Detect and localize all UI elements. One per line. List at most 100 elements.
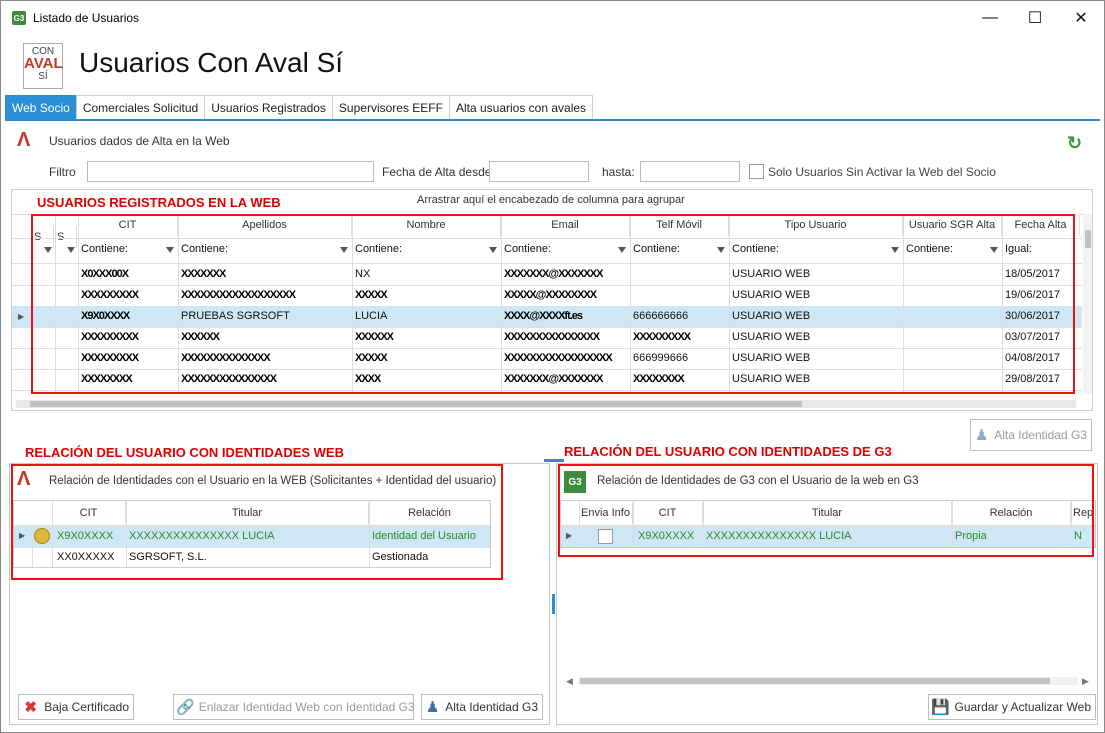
vertical-splitter-handle[interactable] (552, 594, 555, 614)
enlazar-identidad-button[interactable]: 🔗 Enlazar Identidad Web con Identidad G3 (173, 694, 415, 720)
filter-icon[interactable] (618, 247, 626, 253)
filter-icon[interactable] (717, 247, 725, 253)
col-s2-header[interactable]: S (55, 226, 77, 248)
filter-icon[interactable] (340, 247, 348, 253)
col-telf-header[interactable]: Telf Móvil (630, 214, 729, 236)
baja-certificado-button[interactable]: ✖ Baja Certificado (18, 694, 134, 720)
minimize-button[interactable]: — (967, 1, 1013, 35)
maximize-button[interactable]: ☐ (1012, 1, 1058, 35)
horizontal-splitter-handle[interactable] (544, 459, 564, 462)
col-envia-header[interactable]: Envia Info (579, 502, 633, 524)
col-nombre-header[interactable]: Nombre (352, 214, 501, 236)
cell-tipo[interactable]: USUARIO WEB (729, 369, 903, 390)
filter-fecha[interactable]: Igual: (1002, 239, 1080, 260)
tab-web-socio[interactable]: Web Socio (5, 95, 77, 119)
horizontal-scroll-thumb[interactable] (30, 401, 802, 407)
cell-email[interactable]: XXXXXXX@XXXXXXX (501, 264, 630, 285)
col-relacion-header[interactable]: Relación (952, 502, 1071, 524)
cell-cit[interactable]: XX0XXXXX (54, 547, 126, 567)
cell-cit[interactable]: XXXXXXXXX (78, 327, 178, 348)
filter-icon[interactable] (44, 247, 52, 253)
cell-cit[interactable]: XXXXXXXXX (78, 348, 178, 369)
col-relacion-header[interactable]: Relación (369, 502, 490, 524)
cell-nombre[interactable]: XXXXXX (352, 327, 501, 348)
cell-relacion[interactable]: Propia (952, 526, 1071, 547)
g3-horizontal-scrollbar[interactable] (578, 677, 1078, 685)
cell-email[interactable]: XXXXX@XXXXXXXX (501, 285, 630, 306)
cell-cit[interactable]: XXXXXXXX (78, 369, 178, 390)
filter-icon[interactable] (990, 247, 998, 253)
tab-alta-usuarios-avales[interactable]: Alta usuarios con avales (448, 95, 594, 119)
cell-cit[interactable]: X9X0XXXX (54, 526, 126, 547)
cell-apellidos[interactable]: XXXXXXX (178, 264, 352, 285)
cell-tipo[interactable]: USUARIO WEB (729, 306, 903, 327)
envia-info-checkbox[interactable] (598, 529, 613, 544)
cell-fecha[interactable]: 29/08/2017 (1002, 369, 1080, 390)
filter-nombre[interactable]: Contiene: (352, 239, 501, 260)
cell-apellidos[interactable]: PRUEBAS SGRSOFT (178, 306, 352, 327)
cell-nombre[interactable]: NX (352, 264, 501, 285)
cell-fecha[interactable]: 04/08/2017 (1002, 348, 1080, 369)
filter-cit[interactable]: Contiene: (78, 239, 178, 260)
filter-icon[interactable] (489, 247, 497, 253)
col-rep-header[interactable]: Rep (1071, 502, 1095, 524)
filter-email[interactable]: Contiene: (501, 239, 630, 260)
col-email-header[interactable]: Email (501, 214, 630, 236)
hasta-input[interactable] (640, 161, 740, 182)
close-button[interactable]: ✕ (1058, 1, 1104, 35)
col-s1-header[interactable]: S (32, 226, 54, 248)
filter-telf[interactable]: Contiene: (630, 239, 729, 260)
cell-fecha[interactable]: 18/05/2017 (1002, 264, 1080, 285)
cell-tipo[interactable]: USUARIO WEB (729, 285, 903, 306)
cell-cit[interactable]: X9X0XXXX (635, 526, 703, 547)
tab-usuarios-registrados[interactable]: Usuarios Registrados (204, 95, 333, 119)
cell-cit[interactable]: X9X0XXXX (78, 306, 178, 327)
cell-telf[interactable]: 666999666 (630, 348, 729, 369)
cell-tipo[interactable]: USUARIO WEB (729, 264, 903, 285)
cell-telf[interactable]: 666666666 (630, 306, 729, 327)
col-sgr-header[interactable]: Usuario SGR Alta (903, 214, 1002, 236)
col-fecha-header[interactable]: Fecha Alta (1002, 214, 1080, 236)
cell-titular[interactable]: XXXXXXXXXXXXXXX LUCIA (126, 526, 369, 547)
refresh-icon[interactable]: ↻ (1067, 133, 1091, 155)
filtro-input[interactable] (87, 161, 374, 182)
col-cit-header[interactable]: CIT (633, 502, 703, 524)
filter-tipo[interactable]: Contiene: (729, 239, 903, 260)
cell-tipo[interactable]: USUARIO WEB (729, 327, 903, 348)
filter-apellidos[interactable]: Contiene: (178, 239, 352, 260)
cell-titular[interactable]: SGRSOFT, S.L. (126, 547, 369, 567)
filter-icon[interactable] (166, 247, 174, 253)
cell-apellidos[interactable]: XXXXXXXXXXXXXXXXXX (178, 285, 352, 306)
cell-email[interactable]: XXXXXXXXXXXXXXX (501, 327, 630, 348)
cell-nombre[interactable]: XXXX (352, 369, 501, 390)
cell-telf[interactable]: XXXXXXXXX (630, 327, 729, 348)
alta-identidad-button[interactable]: ♟ Alta Identidad G3 (421, 694, 543, 720)
tab-supervisores-eeff[interactable]: Supervisores EEFF (331, 95, 450, 119)
scroll-left-icon[interactable]: ◀ (566, 676, 573, 687)
cell-nombre[interactable]: XXXXX (352, 285, 501, 306)
cell-email[interactable]: XXXXXXXXXXXXXXXXX (501, 348, 630, 369)
cell-tipo[interactable]: USUARIO WEB (729, 348, 903, 369)
vertical-scroll-thumb[interactable] (1085, 230, 1091, 248)
horizontal-scrollbar[interactable] (16, 400, 1076, 408)
scroll-right-icon[interactable]: ▶ (1082, 676, 1089, 687)
vertical-scrollbar[interactable] (1083, 214, 1092, 394)
cell-apellidos[interactable]: XXXXXXXXXXXXXX (178, 348, 352, 369)
filter-sgr[interactable]: Contiene: (903, 239, 1002, 260)
cell-fecha[interactable]: 30/06/2017 (1002, 306, 1080, 327)
cell-cit[interactable]: XXXXXXXXX (78, 285, 178, 306)
col-apellidos-header[interactable]: Apellidos (178, 214, 352, 236)
alta-identidad-top-button[interactable]: ♟ Alta Identidad G3 (970, 419, 1092, 451)
cell-nombre[interactable]: LUCIA (352, 306, 501, 327)
col-titular-header[interactable]: Titular (126, 502, 369, 524)
cell-email[interactable]: XXXX@XXXXft.es (501, 306, 630, 327)
cell-apellidos[interactable]: XXXXXXXXXXXXXXX (178, 369, 352, 390)
cell-telf[interactable]: XXXXXXXX (630, 369, 729, 390)
cell-nombre[interactable]: XXXXX (352, 348, 501, 369)
filter-icon[interactable] (67, 247, 75, 253)
tab-comerciales-solicitud[interactable]: Comerciales Solicitud (75, 95, 206, 119)
cell-email[interactable]: XXXXXXX@XXXXXXX (501, 369, 630, 390)
filter-icon[interactable] (891, 247, 899, 253)
cell-apellidos[interactable]: XXXXXX (178, 327, 352, 348)
col-cit-header[interactable]: CIT (52, 502, 126, 524)
